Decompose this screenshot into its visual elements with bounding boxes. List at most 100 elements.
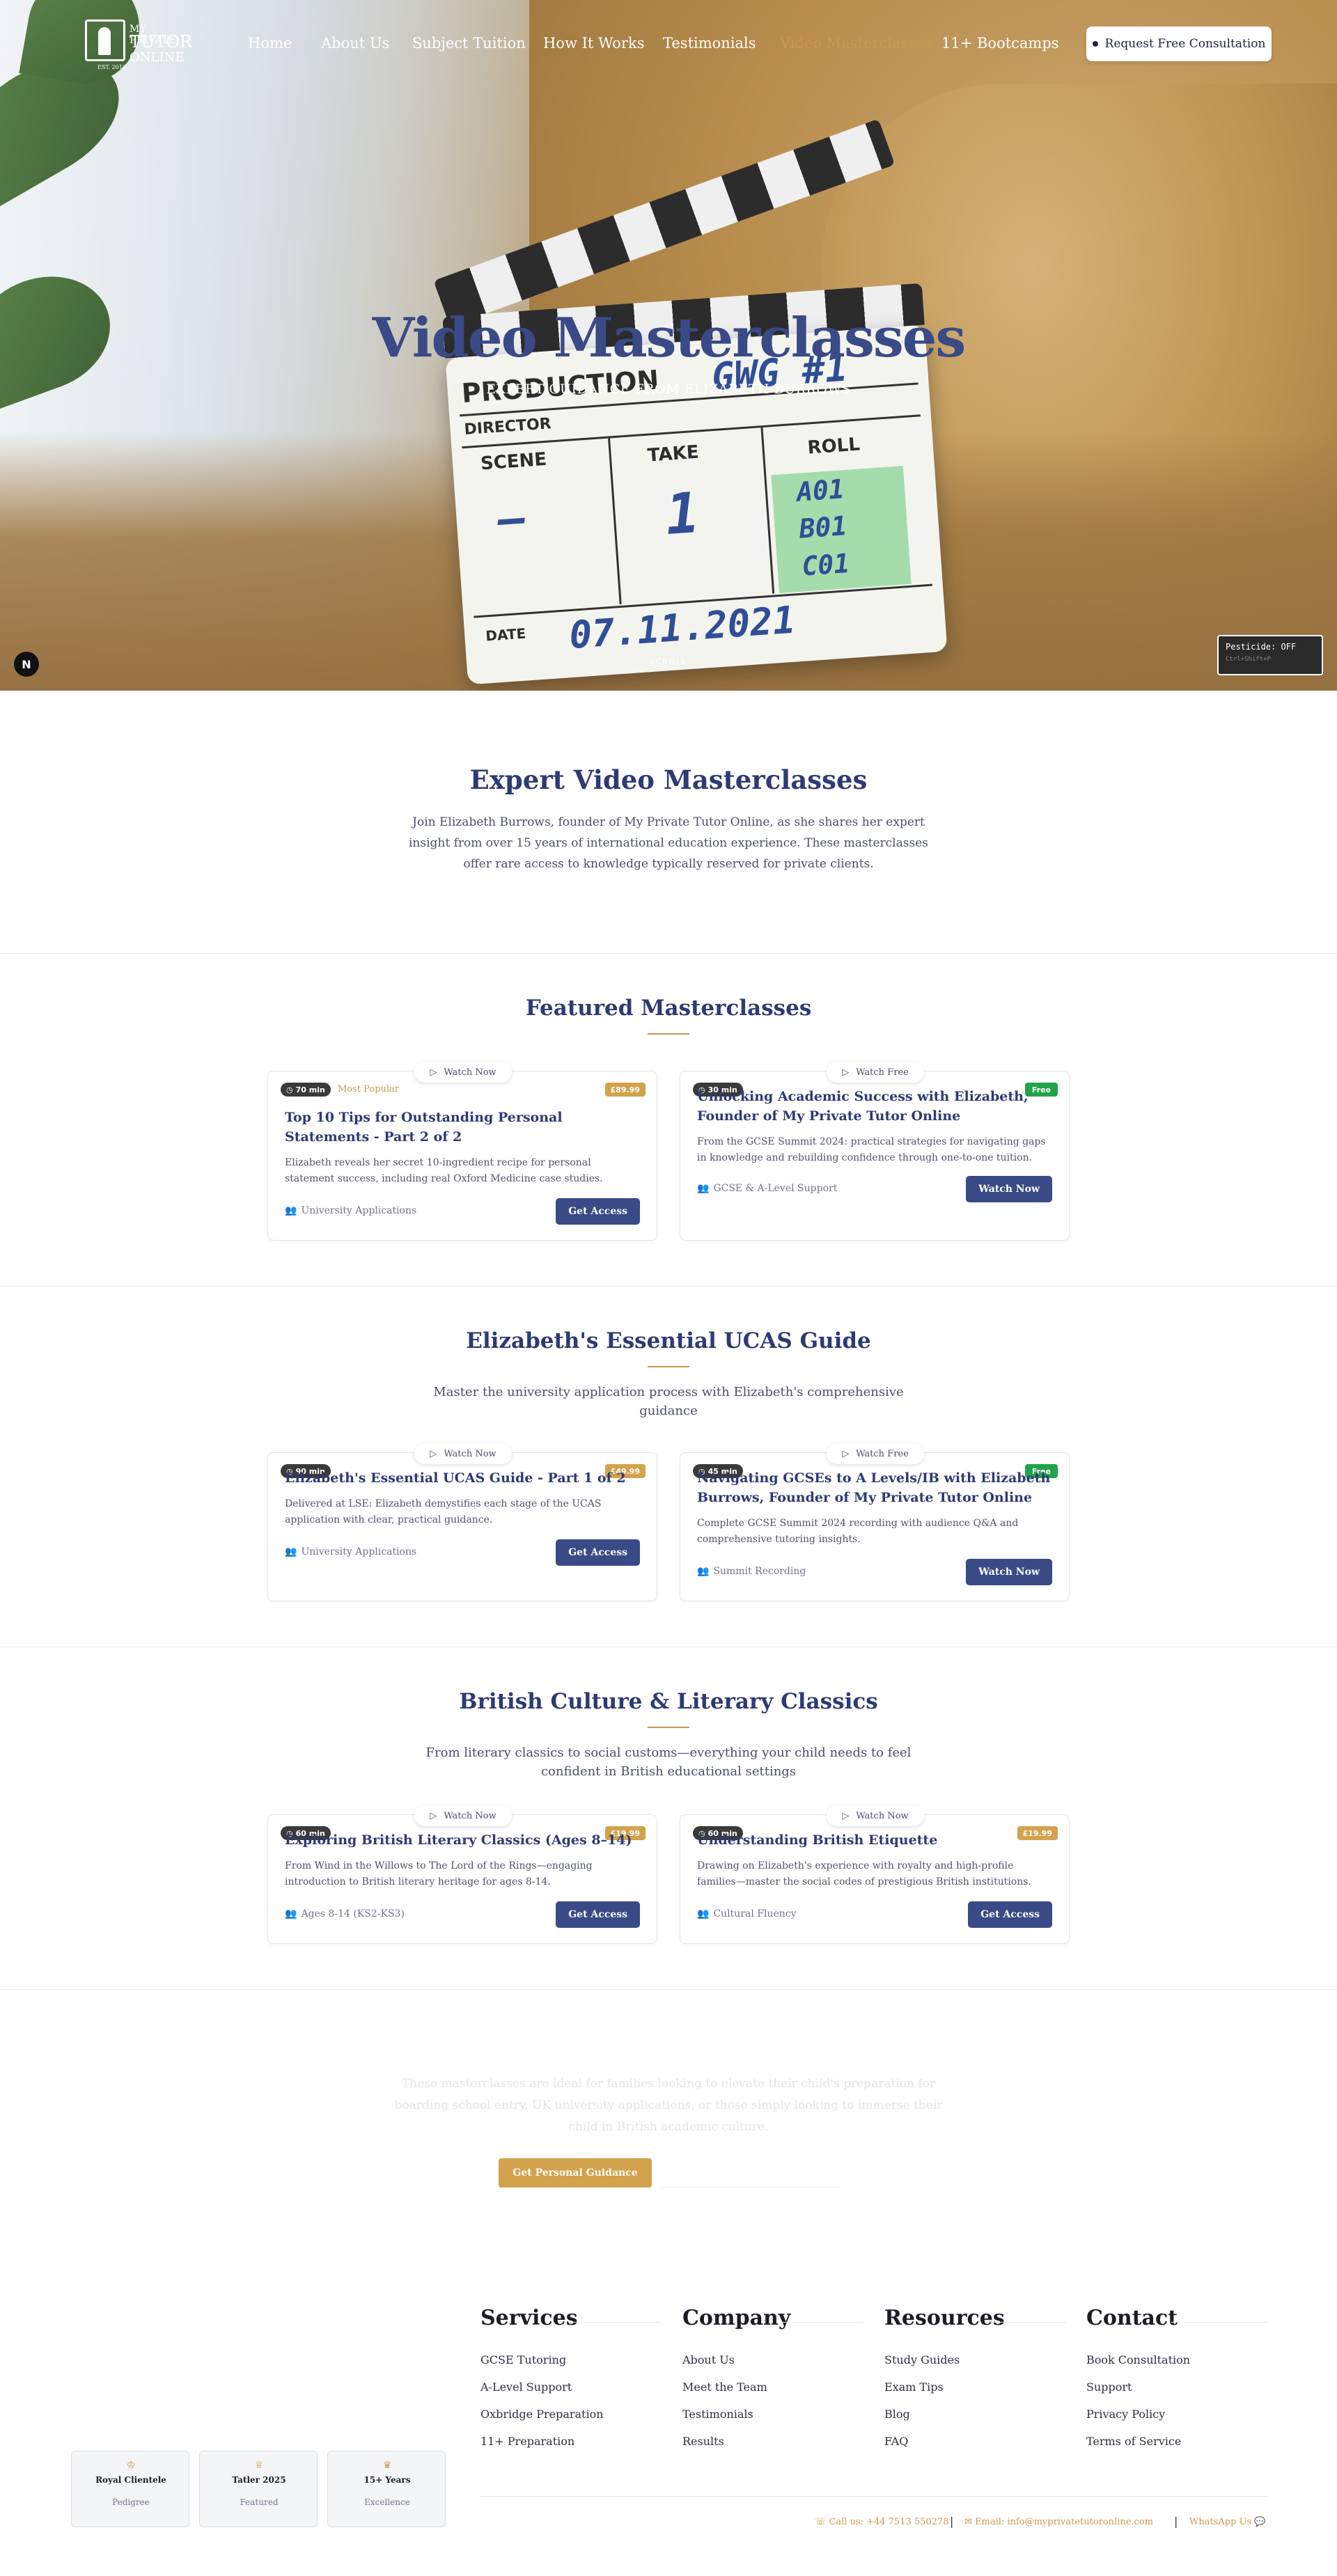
card-title: Exploring British Literary Classics (Age…	[285, 1832, 632, 1848]
footer-heading-services: Services	[480, 2306, 578, 2330]
card-category: 👥 GCSE & A-Level Support	[697, 1183, 838, 1194]
card-description: Complete GCSE Summit 2024 recording with…	[697, 1518, 1019, 1545]
pesticide-toggle[interactable]: Pesticide: OFF Ctrl+Shift+P	[1217, 635, 1323, 675]
watch-pill[interactable]: ▷ Watch Free	[827, 1443, 924, 1464]
card-category: 👥 Summit Recording	[697, 1566, 806, 1577]
pesticide-label: Pesticide: OFF	[1226, 642, 1297, 652]
pesticide-shortcut: Ctrl+Shift+P	[1226, 656, 1272, 663]
footer-link[interactable]: Privacy Policy	[1086, 2408, 1165, 2421]
request-consultation-button[interactable]: Request Free Consultation	[1086, 26, 1272, 61]
ucas-text: Master the university application proces…	[433, 1385, 904, 1418]
footer-link[interactable]: GCSE Tutoring	[480, 2353, 566, 2366]
logo-line: TUTOR	[130, 32, 192, 52]
footer-link[interactable]: Study Guides	[884, 2353, 960, 2366]
footer-link[interactable]: Blog	[884, 2408, 910, 2421]
logo-est: EST. 2010	[97, 64, 126, 70]
footer-link[interactable]: About Us	[682, 2353, 735, 2366]
footer-link[interactable]: Support	[1086, 2380, 1132, 2394]
watch-pill[interactable]: ▷ Watch Now	[414, 1443, 512, 1464]
footer-heading-rule	[570, 2322, 662, 2323]
secondary-cta-button[interactable]	[662, 2158, 840, 2188]
bullet-dot-icon	[1092, 41, 1098, 47]
get-access-button[interactable]: Get Access	[556, 1539, 640, 1566]
masterclass-card[interactable]: ▷ Watch Free ◷ 30 min Free Unlocking Acade…	[680, 1062, 1070, 1241]
footer-link[interactable]: Terms of Service	[1086, 2435, 1181, 2448]
get-access-button[interactable]: Get Access	[556, 1198, 640, 1225]
card-description: Delivered at LSE: Elizabeth demystifies …	[285, 1498, 602, 1525]
play-icon: ▷	[842, 1448, 850, 1459]
footer-separator: |	[1174, 2515, 1178, 2528]
ucas-title: Elizabeth's Essential UCAS Guide	[466, 1328, 871, 1353]
footer-link[interactable]: 11+ Preparation	[480, 2435, 574, 2448]
nav-link-testimonials[interactable]: Testimonials	[663, 35, 756, 52]
card-category: 👥 Ages 8-14 (KS2-KS3)	[285, 1908, 405, 1919]
footer-email-link[interactable]: ✉ Email: info@myprivatetutoronline.com	[964, 2517, 1153, 2527]
footer-separator: |	[950, 2515, 954, 2528]
badge-title: Royal Clientele	[95, 2475, 166, 2485]
section-divider	[0, 953, 1337, 954]
footer-link[interactable]: FAQ	[884, 2435, 908, 2448]
users-icon: 👥	[285, 1908, 297, 1919]
duration-badge: ◷ 70 min	[281, 1083, 331, 1097]
credential-badge: ♕ Tatler 2025 Featured	[199, 2451, 318, 2527]
card-title: Understanding British Etiquette	[697, 1832, 938, 1848]
users-icon: 👥	[285, 1546, 297, 1557]
card-description: From Wind in the Willows to The Lord of …	[285, 1860, 593, 1887]
logo-line: ONLINE	[130, 50, 185, 65]
popular-tag: Most Popular	[338, 1084, 400, 1094]
nav-link-how-it-works[interactable]: How It Works	[543, 35, 644, 52]
footer-whatsapp-link[interactable]: WhatsApp Us 💬	[1189, 2517, 1266, 2527]
footer-phone-link[interactable]: ☏ Call us: +44 7513 550278	[815, 2517, 949, 2527]
get-access-button[interactable]: Get Access	[556, 1901, 640, 1928]
card-category: 👥 University Applications	[285, 1205, 417, 1216]
masterclass-card[interactable]: ▷ Watch Now ◷ 60 min £19.99 Exploring Brit…	[267, 1805, 657, 1944]
section-divider	[0, 1989, 1337, 1990]
intro-title: Expert Video Masterclasses	[469, 764, 868, 795]
masterclass-card[interactable]: ▷ Watch Free ◷ 45 min Free Navigating GCSE…	[680, 1443, 1070, 1601]
nav-link-about-us[interactable]: About Us	[321, 35, 389, 52]
title-underline	[648, 1033, 689, 1035]
crown-icon: ♔	[126, 2460, 136, 2471]
site-logo[interactable]: MY PRIVATE TUTOR ONLINE EST. 2010	[85, 19, 192, 70]
watch-now-button[interactable]: Watch Now	[966, 1176, 1052, 1202]
get-personal-guidance-button[interactable]: Get Personal Guidance	[499, 2158, 652, 2188]
footer-link[interactable]: Results	[682, 2435, 724, 2448]
card-title: Unlocking Academic Success with Elizabet…	[697, 1089, 1029, 1124]
award-icon: ♕	[254, 2460, 264, 2471]
hero-subtitle: EXPERT GUIDANCE FROM ELIZABETH BURROWS	[486, 382, 851, 397]
footer-link[interactable]: Testimonials	[682, 2408, 753, 2421]
footer-link[interactable]: A-Level Support	[480, 2380, 572, 2394]
footer-heading-contact: Contact	[1086, 2306, 1178, 2330]
cta-text: These masterclasses are ideal for famili…	[394, 2077, 943, 2134]
watch-pill[interactable]: ▷ Watch Now	[827, 1805, 924, 1826]
card-title: Top 10 Tips for Outstanding Personal Sta…	[285, 1110, 563, 1145]
card-description: Drawing on Elizabeth's experience with r…	[697, 1860, 1031, 1887]
nav-link-subject-tuition[interactable]: Subject Tuition	[412, 35, 526, 52]
watch-pill[interactable]: ▷ Watch Now	[414, 1805, 512, 1826]
get-access-button[interactable]: Get Access	[968, 1901, 1052, 1928]
masterclass-card[interactable]: ▷ Watch Now ◷ 60 min £19.99 Understanding …	[680, 1805, 1070, 1944]
footer-link[interactable]: Book Consultation	[1086, 2353, 1190, 2366]
watch-pill[interactable]: ▷ Watch Now	[414, 1062, 512, 1083]
watch-pill[interactable]: ▷ Watch Free	[827, 1062, 924, 1083]
nav-link-video-masterclasses[interactable]: Video Masterclasses	[780, 35, 932, 52]
footer-link[interactable]: Oxbridge Preparation	[480, 2408, 604, 2421]
dev-tools-badge[interactable]: N	[14, 652, 39, 677]
play-icon: ▷	[842, 1067, 850, 1078]
phone-icon: ☏	[815, 2517, 829, 2527]
watch-now-button[interactable]: Watch Now	[966, 1559, 1052, 1585]
card-title: Navigating GCSEs to A Levels/IB with Eli…	[697, 1470, 1051, 1505]
masterclass-card[interactable]: ▷ Watch Now ◷ 90 min £49.99 Elizabeth's Es…	[267, 1443, 657, 1601]
footer-link[interactable]: Exam Tips	[884, 2380, 944, 2394]
credential-badge: ♔ Royal Clientele Pedigree	[71, 2451, 189, 2527]
footer-heading-resources: Resources	[884, 2306, 1005, 2330]
card-title: Elizabeth's Essential UCAS Guide - Part …	[285, 1470, 626, 1486]
nav-link-11-plus-bootcamps[interactable]: 11+ Bootcamps	[941, 35, 1059, 52]
culture-title: British Culture & Literary Classics	[459, 1689, 878, 1714]
scroll-indicator[interactable]: SCROLL	[0, 657, 1337, 666]
nav-link-home[interactable]: Home	[248, 35, 292, 52]
footer-link[interactable]: Meet the Team	[682, 2380, 767, 2394]
masterclass-card[interactable]: ▷ Watch Now ◷ 70 min Most Popular £89.99 T…	[267, 1062, 657, 1241]
footer-divider	[480, 2496, 1267, 2497]
badge-subtitle: Excellence	[364, 2497, 410, 2507]
